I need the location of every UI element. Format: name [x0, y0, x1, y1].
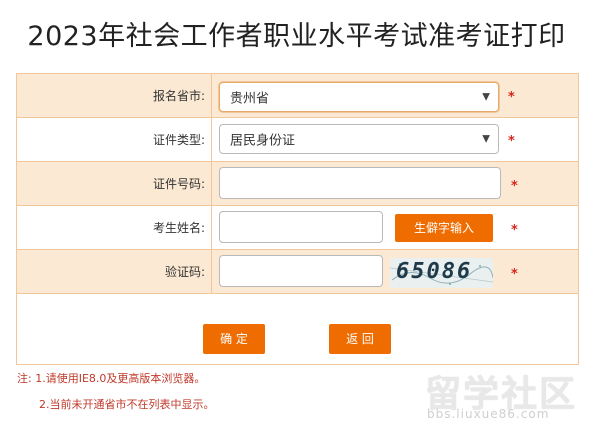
note-line-1: 注: 1.请使用IE8.0及更高版本浏览器。	[17, 372, 206, 385]
row-divider	[211, 162, 212, 205]
required-mark: *	[511, 267, 518, 282]
form-row-idtype: 证件类型: 居民身份证 ▼ *	[17, 118, 578, 162]
watermark: 留学社区 bbs.liuxue86.com	[425, 365, 585, 425]
idtype-select[interactable]: 居民身份证 ▼	[219, 124, 499, 154]
required-mark: *	[508, 134, 515, 149]
form-row-actions: 确 定 返 回	[17, 294, 578, 364]
form-row-name: 考生姓名: 生僻字输入 *	[17, 206, 578, 250]
form-row-idnumber: 证件号码: *	[17, 162, 578, 206]
required-mark: *	[511, 223, 518, 238]
exam-ticket-form: 报名省市: 贵州省 ▼ * 证件类型: 居民身份证 ▼ * 证件号码: * 考生…	[16, 73, 579, 365]
note-line-2: 2.当前未开通省市不在列表中显示。	[39, 398, 215, 411]
row-divider	[211, 206, 212, 249]
idtype-label: 证件类型:	[152, 133, 205, 147]
row-divider	[211, 250, 212, 293]
form-row-province: 报名省市: 贵州省 ▼ *	[17, 74, 578, 118]
row-divider	[211, 118, 212, 161]
chevron-down-icon: ▼	[482, 91, 490, 103]
idnumber-label: 证件号码:	[152, 177, 205, 191]
page-title: 2023年社会工作者职业水平考试准考证打印	[27, 21, 566, 52]
captcha-input[interactable]	[219, 255, 383, 287]
chevron-down-icon: ▼	[482, 133, 490, 145]
back-button[interactable]: 返 回	[329, 324, 391, 354]
name-input[interactable]	[219, 211, 383, 243]
province-label: 报名省市:	[152, 89, 205, 103]
rare-char-input-button[interactable]: 生僻字输入	[395, 214, 493, 242]
watermark-sub: bbs.liuxue86.com	[427, 407, 550, 421]
captcha-text: 65086	[396, 259, 473, 284]
name-label: 考生姓名:	[152, 221, 205, 235]
required-mark: *	[508, 90, 515, 105]
row-divider	[211, 74, 212, 117]
captcha-label: 验证码:	[164, 265, 205, 279]
idnumber-input[interactable]	[219, 167, 501, 199]
idtype-selected-value: 居民身份证	[230, 133, 296, 149]
captcha-image[interactable]: 65086	[390, 258, 493, 288]
province-select[interactable]: 贵州省 ▼	[219, 82, 499, 112]
required-mark: *	[511, 179, 518, 194]
form-row-captcha: 验证码: *	[17, 250, 578, 294]
confirm-button[interactable]: 确 定	[203, 324, 265, 354]
province-selected-value: 贵州省	[230, 91, 270, 107]
